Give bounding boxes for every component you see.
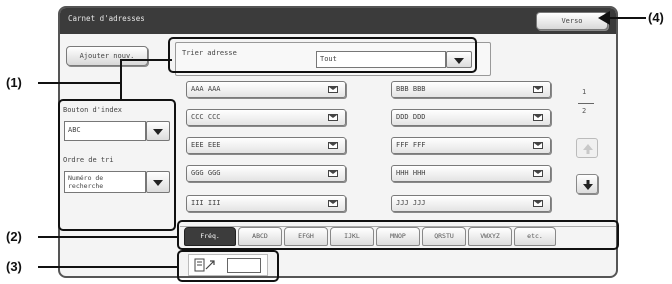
- mail-icon: [328, 114, 338, 121]
- callout-line-1h: [120, 59, 172, 61]
- callout-frame-2: [177, 220, 619, 250]
- address-entry-name: III III: [191, 199, 221, 207]
- mail-icon: [328, 170, 338, 177]
- address-entry-name: DDD DDD: [396, 113, 426, 121]
- callout-frame-3: [177, 250, 279, 282]
- page-divider: [578, 103, 594, 104]
- callout-label-2: (2): [6, 229, 22, 244]
- address-entry[interactable]: CCC CCC: [186, 109, 346, 126]
- add-new-button[interactable]: Ajouter nouv.: [66, 46, 148, 66]
- mail-icon: [533, 114, 543, 121]
- callout-line-3: [38, 266, 178, 268]
- callout-label-1: (1): [6, 75, 22, 90]
- window-title: Carnet d'adresses: [68, 14, 145, 23]
- address-entry[interactable]: DDD DDD: [391, 109, 551, 126]
- mail-icon: [328, 86, 338, 93]
- arrow-up-icon[interactable]: [576, 138, 598, 158]
- callout-label-4: (4): [648, 10, 664, 25]
- callout-frame-1a: [168, 37, 477, 73]
- address-entry[interactable]: HHH HHH: [391, 165, 551, 182]
- mail-icon: [328, 200, 338, 207]
- total-pages: 2: [582, 107, 587, 115]
- address-entry[interactable]: EEE EEE: [186, 137, 346, 154]
- callout-line-2: [38, 236, 178, 238]
- arrow-down-icon[interactable]: [576, 174, 598, 194]
- current-page: 1: [582, 88, 587, 96]
- address-entry-name: EEE EEE: [191, 141, 221, 149]
- callout-line-1v: [120, 60, 122, 100]
- address-entry[interactable]: BBB BBB: [391, 81, 551, 98]
- mail-icon: [533, 200, 543, 207]
- callout-line-1: [38, 82, 122, 84]
- address-entry-name: AAA AAA: [191, 85, 221, 93]
- callout-frame-1b: [58, 99, 176, 231]
- title-bar: Carnet d'adresses Verso: [60, 8, 616, 34]
- mail-icon: [533, 170, 543, 177]
- mail-icon: [533, 142, 543, 149]
- address-entry-name: HHH HHH: [396, 169, 426, 177]
- callout-arrow-4: [598, 11, 610, 25]
- address-entry-name: GGG GGG: [191, 169, 221, 177]
- address-entry-name: BBB BBB: [396, 85, 426, 93]
- address-entry[interactable]: III III: [186, 195, 346, 212]
- address-entry-name: JJJ JJJ: [396, 199, 426, 207]
- address-entry[interactable]: JJJ JJJ: [391, 195, 551, 212]
- address-entry[interactable]: GGG GGG: [186, 165, 346, 182]
- address-entry-name: CCC CCC: [191, 113, 221, 121]
- address-entry[interactable]: AAA AAA: [186, 81, 346, 98]
- address-entry[interactable]: FFF FFF: [391, 137, 551, 154]
- address-entry-name: FFF FFF: [396, 141, 426, 149]
- mail-icon: [328, 142, 338, 149]
- mail-icon: [533, 86, 543, 93]
- callout-label-3: (3): [6, 259, 22, 274]
